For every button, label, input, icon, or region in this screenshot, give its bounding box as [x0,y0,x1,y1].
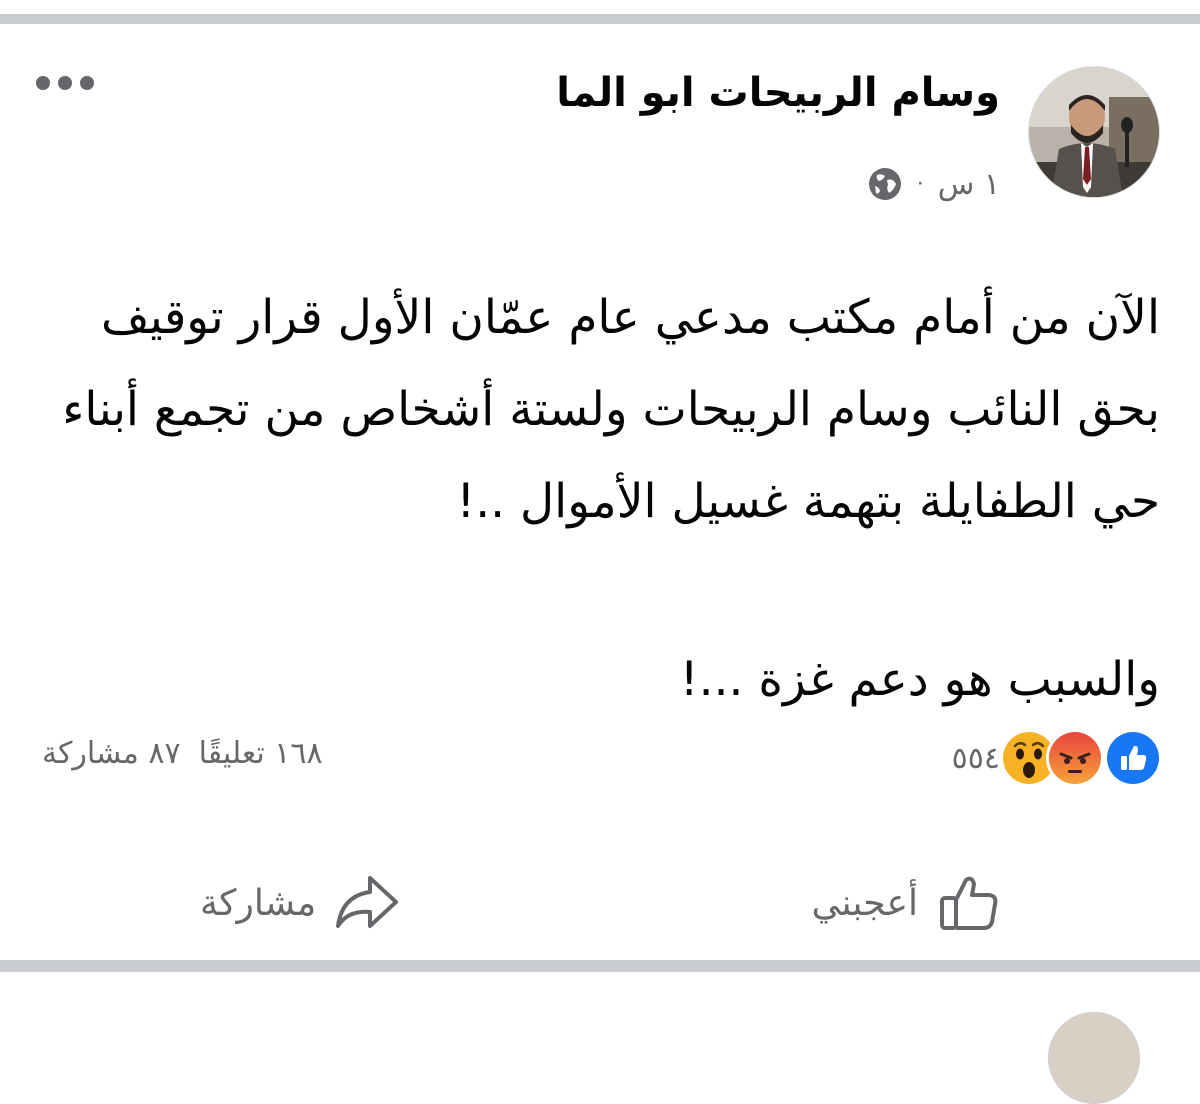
more-options-icon[interactable] [36,76,94,90]
share-button[interactable]: مشاركة [200,868,402,938]
author-name[interactable]: وسام الربيحات ابو الما [556,70,1000,116]
meta-separator: · [916,171,924,197]
angry-reaction-icon [1046,729,1104,787]
more-dot [58,76,72,90]
like-button[interactable]: أعجبني [812,868,1004,938]
author-avatar[interactable] [1028,66,1160,198]
next-post-avatar[interactable] [1048,1012,1140,1104]
reactions-summary[interactable]: ٥٥٤ [951,729,1162,787]
engagement-stats: ١٦٨ تعليقًا ٨٧ مشاركة [42,736,323,771]
like-label: أعجبني [811,882,918,924]
like-reaction-icon [1104,729,1162,787]
post-body: الآن من أمام مكتب مدعي عام عمّان الأول ق… [30,272,1160,726]
more-dot [80,76,94,90]
share-arrow-icon [336,876,399,928]
post-actions: أعجبني مشاركة [0,860,1200,960]
reaction-count: ٥٥٤ [951,740,1000,776]
more-dot [36,76,50,90]
post-timestamp[interactable]: ١ س [938,167,1000,202]
reaction-icons [1000,729,1162,787]
post-card: وسام الربيحات ابو الما ١ س · الآن من أما… [0,24,1200,960]
share-label: مشاركة [200,882,317,924]
thumbs-up-icon [940,876,998,930]
shares-count[interactable]: ٨٧ مشاركة [42,736,181,771]
post-paragraph: والسبب هو دعم غزة ...! [679,652,1160,707]
post-paragraph: الآن من أمام مكتب مدعي عام عمّان الأول ق… [62,290,1160,529]
author-photo [1029,67,1159,197]
comments-count[interactable]: ١٦٨ تعليقًا [199,736,323,771]
feed-separator-top [0,14,1200,24]
globe-icon [867,166,903,202]
feed-separator-bottom [0,960,1200,972]
post-meta: ١ س · [867,166,1000,202]
